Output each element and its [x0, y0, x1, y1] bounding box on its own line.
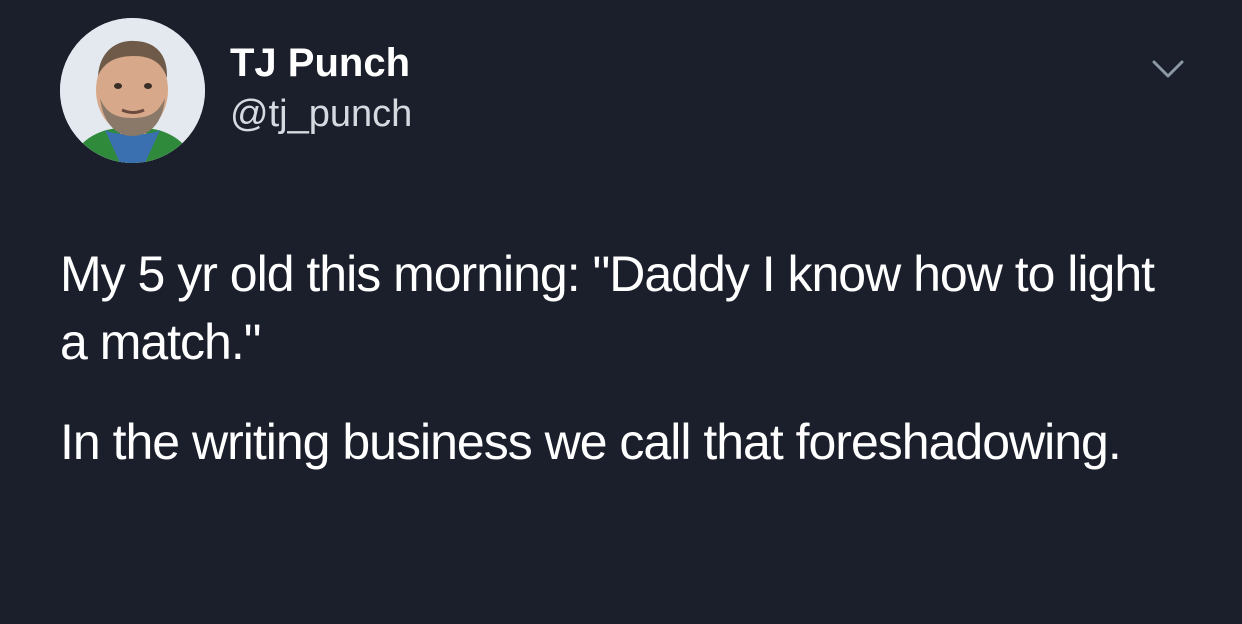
author-display-name[interactable]: TJ Punch — [230, 40, 410, 86]
avatar[interactable] — [60, 18, 205, 163]
profile-photo-icon — [60, 18, 205, 163]
tweet-paragraph: In the writing business we call that for… — [60, 414, 1122, 470]
tweet-paragraph: My 5 yr old this morning: "Daddy I know … — [60, 246, 1155, 370]
chevron-down-icon — [1152, 60, 1184, 78]
tweet-body: My 5 yr old this morning: "Daddy I know … — [60, 240, 1170, 476]
tweet-card: TJ Punch @tj_punch My 5 yr old this morn… — [0, 0, 1242, 624]
author-handle[interactable]: @tj_punch — [230, 92, 412, 136]
tweet-menu-button[interactable] — [1146, 52, 1190, 88]
